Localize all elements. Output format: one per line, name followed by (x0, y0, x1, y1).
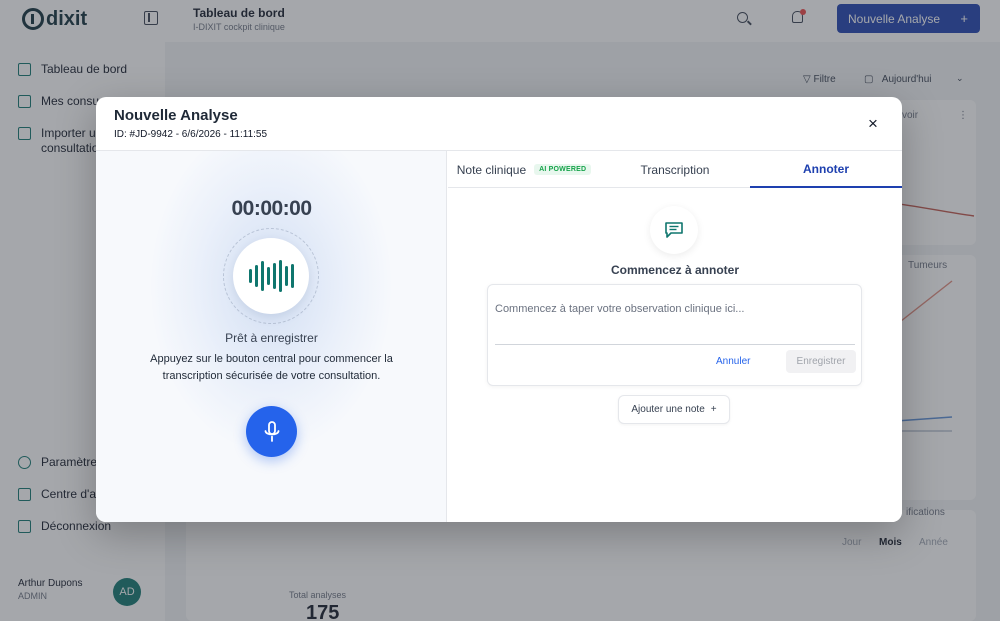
annotation-icon-badge (650, 206, 698, 254)
recorder-panel: 00:00:00 Prêt à enregistrer Appuyez sur … (96, 151, 447, 522)
analysis-id: ID: #JD-9942 - 6/6/2026 - 11:11:55 (114, 129, 268, 140)
plus-icon: + (710, 404, 717, 415)
close-icon[interactable]: × (864, 115, 882, 133)
recorder-instructions: Appuyez sur le bouton central pour comme… (150, 353, 393, 382)
record-button[interactable] (246, 406, 297, 457)
message-icon (665, 222, 683, 238)
observation-input[interactable] (495, 297, 855, 345)
tab-label: Note clinique (456, 162, 527, 177)
cancel-button[interactable]: Annuler (716, 356, 750, 367)
tab-annotate[interactable]: Annoter (750, 151, 902, 188)
new-analysis-modal: Nouvelle Analyse ID: #JD-9942 - 6/6/2026… (96, 97, 902, 522)
tab-label: Transcription (640, 162, 710, 177)
note-editor-card: Annuler Enregistrer (487, 284, 862, 386)
tab-clinical-note[interactable]: Note clinique AI POWERED (448, 151, 600, 188)
notes-panel: Note clinique AI POWERED Transcription A… (448, 151, 902, 522)
tab-bar: Note clinique AI POWERED Transcription A… (448, 151, 902, 188)
modal-title: Nouvelle Analyse (114, 107, 238, 124)
add-note-label: Ajouter une note (631, 404, 705, 415)
microphone-icon (264, 420, 279, 442)
tab-transcription[interactable]: Transcription (600, 151, 750, 188)
ai-powered-badge: AI POWERED (534, 164, 592, 175)
save-button[interactable]: Enregistrer (786, 350, 856, 373)
annotate-heading: Commencez à annoter (610, 263, 740, 277)
waveform-icon (233, 238, 309, 314)
tab-label: Annoter (803, 161, 849, 176)
modal-header: Nouvelle Analyse ID: #JD-9942 - 6/6/2026… (96, 97, 902, 151)
waveform-ring (223, 228, 319, 324)
recorder-status: Prêt à enregistrer (225, 331, 318, 345)
recording-timer: 00:00:00 (231, 197, 312, 220)
add-note-button[interactable]: Ajouter une note + (618, 395, 730, 424)
